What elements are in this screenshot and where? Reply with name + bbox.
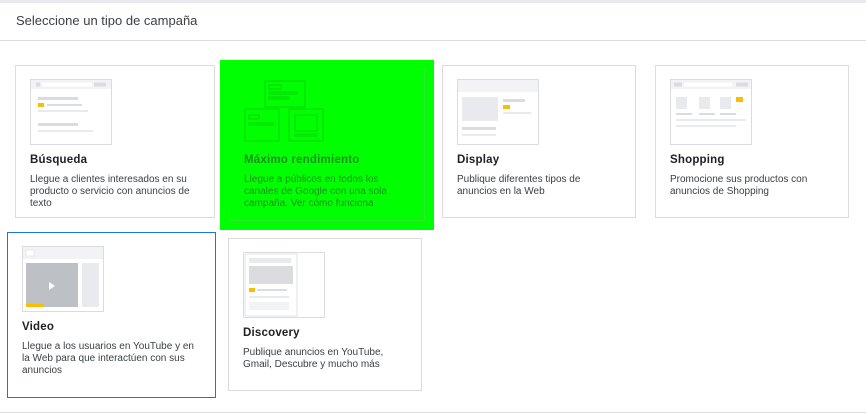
campaign-card-shopping[interactable]: Shopping Promocione sus productos con an… — [655, 65, 849, 218]
bottom-divider — [0, 412, 866, 413]
card-title: Video — [22, 321, 55, 333]
header: Seleccione un tipo de campaña — [0, 3, 866, 41]
card-title: Shopping — [670, 154, 725, 166]
campaign-card-video[interactable]: Video Llegue a los usuarios en YouTube y… — [7, 232, 216, 398]
page-title: Seleccione un tipo de campaña — [16, 13, 198, 28]
card-description: Promocione sus productos con anuncios de… — [670, 174, 808, 197]
card-title: Búsqueda — [30, 154, 88, 166]
performance-max-illustration — [244, 80, 324, 142]
card-title: Discovery — [243, 327, 300, 339]
card-title: Máximo rendimiento — [244, 154, 360, 166]
card-description: Publique diferentes tipos de anuncios en… — [457, 174, 581, 197]
discovery-ad-illustration — [243, 252, 325, 318]
search-ad-illustration — [30, 79, 112, 145]
campaign-card-display[interactable]: Display Publique diferentes tipos de anu… — [442, 65, 636, 218]
campaign-card-busqueda[interactable]: Búsqueda Llegue a clientes interesados e… — [15, 65, 215, 218]
campaign-card-maximo-rendimiento[interactable]: Máximo rendimiento Llegue a públicos en … — [220, 60, 434, 230]
campaign-card-discovery[interactable]: Discovery Publique anuncios en YouTube, … — [228, 238, 422, 391]
display-ad-illustration — [457, 79, 539, 145]
card-description: Publique anuncios en YouTube, Gmail, Des… — [243, 347, 384, 370]
card-description: Llegue a públicos en todos los canales d… — [244, 174, 413, 210]
video-ad-illustration — [22, 246, 104, 312]
learn-more-link[interactable]: Ver cómo funciona — [291, 198, 374, 209]
card-description: Llegue a clientes interesados en su prod… — [30, 174, 190, 209]
card-description: Llegue a los usuarios en YouTube y en la… — [22, 341, 194, 376]
card-title: Display — [457, 154, 500, 166]
shopping-ad-illustration — [670, 79, 752, 145]
